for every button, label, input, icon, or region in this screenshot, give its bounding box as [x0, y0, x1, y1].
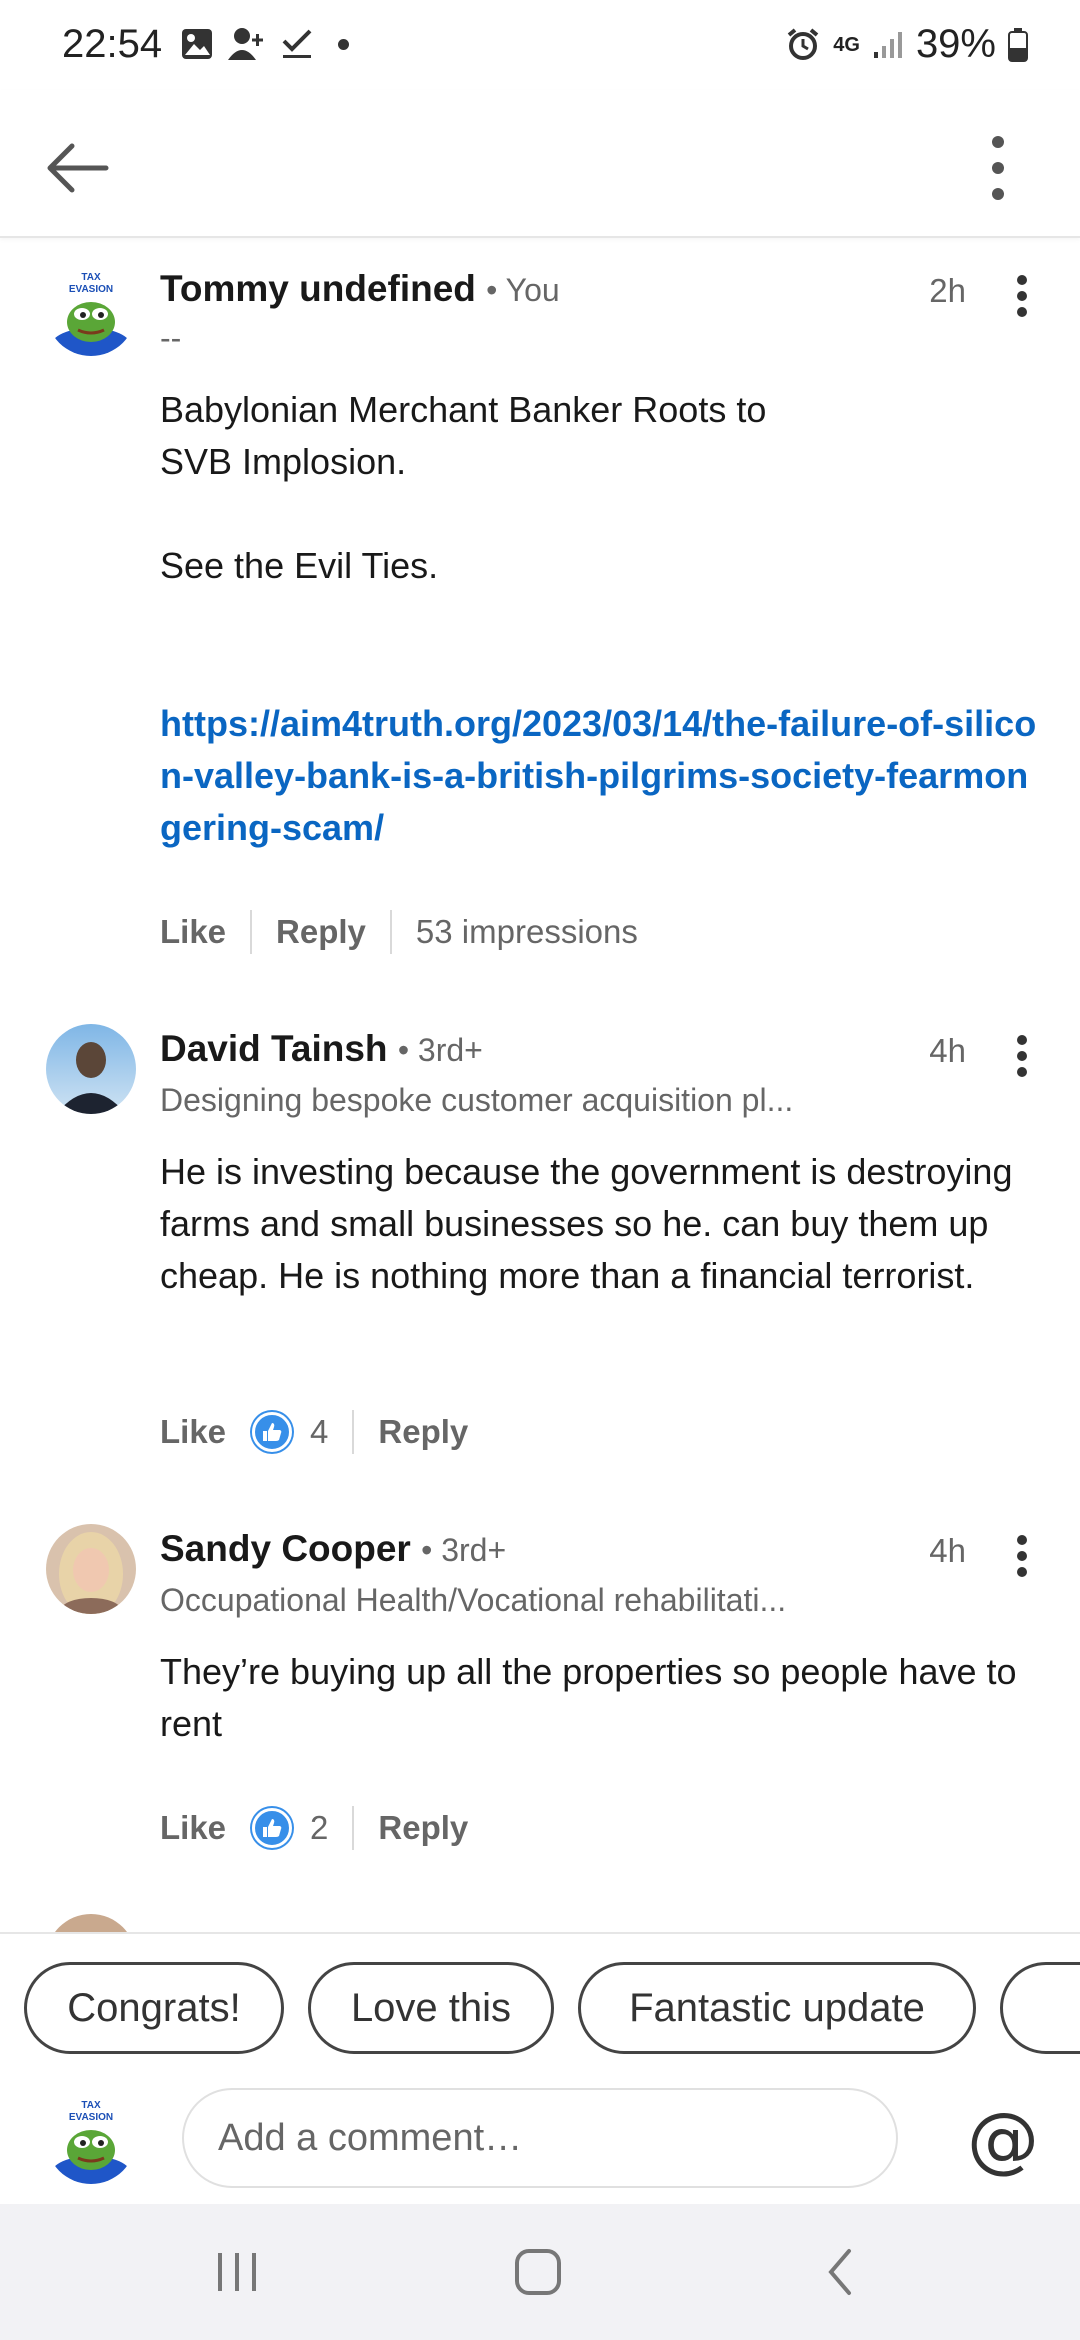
thumbs-up-icon — [263, 1423, 282, 1441]
battery-icon — [1008, 27, 1028, 62]
status-time: 22:54 — [62, 22, 163, 66]
comment-time: 2h — [929, 272, 966, 309]
chip-partial[interactable] — [1000, 1962, 1080, 2054]
divider — [250, 910, 253, 954]
comment-body: Babylonian Merchant Banker Roots to SVB … — [160, 384, 1040, 592]
comment-more-button[interactable] — [994, 1528, 1050, 1584]
reply-button[interactable]: Reply — [276, 913, 366, 951]
comment-link[interactable]: https://aim4truth.org/2023/03/14/the-fai… — [160, 703, 1036, 848]
svg-text:EVASION: EVASION — [69, 284, 113, 295]
status-bar: 22:54 4G 39% — [0, 0, 1080, 90]
comment-link-wrap: https://aim4truth.org/2023/03/14/the-fai… — [160, 698, 1040, 854]
home-icon — [515, 2249, 561, 2295]
connection-degree: • You — [486, 272, 560, 308]
tax-evasion-frog-avatar: TAX EVASION — [46, 2094, 136, 2184]
mention-button[interactable]: @ — [960, 2096, 1046, 2182]
more-vertical-icon — [1017, 1035, 1027, 1077]
more-vertical-icon — [992, 136, 1004, 200]
body-line: See the Evil Ties. — [160, 545, 439, 586]
body-line: SVB Implosion. — [160, 441, 407, 482]
my-avatar: TAX EVASION — [46, 2094, 136, 2184]
like-reaction-icon[interactable] — [252, 1412, 293, 1452]
chip-congrats[interactable]: Congrats! — [24, 1962, 284, 2054]
comment-sandy: Sandy Cooper • 3rd+ 4h Occupational Heal… — [0, 1510, 1080, 1910]
next-comment-avatar-partial — [46, 1914, 136, 1932]
system-nav-bar — [0, 2204, 1080, 2340]
commenter-headline: Designing bespoke customer acquisition p… — [160, 1082, 794, 1118]
add-contact-icon — [228, 28, 263, 60]
comment-actions: Like 2 Reply — [160, 1806, 468, 1850]
profile-photo — [46, 1024, 136, 1114]
reaction-count[interactable]: 2 — [310, 1809, 328, 1847]
connection-degree: • 3rd+ — [397, 1032, 483, 1068]
avatar[interactable]: TAX EVASION — [46, 266, 136, 356]
app-header — [0, 90, 1080, 238]
comment-composer: TAX EVASION Add a comment… @ — [0, 2082, 1080, 2202]
like-button[interactable]: Like — [160, 1809, 226, 1847]
back-button[interactable] — [40, 128, 120, 208]
comment-more-button[interactable] — [994, 1028, 1050, 1084]
divider — [352, 1806, 355, 1850]
divider — [389, 910, 392, 954]
reply-button[interactable]: Reply — [378, 1809, 468, 1847]
comment-body: He is investing because the government i… — [160, 1151, 1013, 1296]
notification-icons — [180, 26, 349, 62]
status-right: 4G 39% — [785, 22, 1028, 67]
comment-actions: Like 4 Reply — [160, 1410, 468, 1454]
check-icon — [282, 29, 312, 58]
comment-david: David Tainsh • 3rd+ 4h Designing bespoke… — [0, 1010, 1080, 1510]
arrow-left-icon — [47, 143, 109, 193]
reaction-count[interactable]: 4 — [310, 1413, 328, 1451]
commenter-name[interactable]: David Tainsh • 3rd+ — [160, 1028, 483, 1070]
impressions-count[interactable]: 53 impressions — [416, 913, 638, 951]
tax-evasion-frog-avatar: TAX EVASION — [46, 266, 136, 356]
profile-photo — [46, 1524, 136, 1614]
connection-degree: • 3rd+ — [421, 1532, 507, 1568]
commenter-headline: -- — [160, 320, 182, 356]
system-back-button[interactable] — [806, 2242, 876, 2302]
chip-love-this[interactable]: Love this — [308, 1962, 554, 2054]
comment-input[interactable]: Add a comment… — [182, 2088, 898, 2188]
comment-time: 4h — [929, 1532, 966, 1569]
comment-more-button[interactable] — [994, 268, 1050, 324]
more-notifications-dot — [338, 38, 349, 50]
comment-actions: Like Reply 53 impressions — [160, 910, 638, 954]
gallery-icon — [182, 29, 212, 59]
commenter-name[interactable]: Sandy Cooper • 3rd+ — [160, 1528, 506, 1570]
body-line — [160, 488, 1040, 540]
svg-text:TAX: TAX — [81, 2100, 101, 2111]
alarm-icon — [787, 27, 819, 60]
reply-button[interactable]: Reply — [378, 1413, 468, 1451]
like-button[interactable]: Like — [160, 913, 226, 951]
chip-fantastic-update[interactable]: Fantastic update — [578, 1962, 976, 2054]
recent-apps-icon — [218, 2253, 256, 2291]
comment-time: 4h — [929, 1032, 966, 1069]
avatar[interactable] — [46, 1024, 136, 1114]
battery-percent: 39% — [915, 22, 996, 66]
like-reaction-icon[interactable] — [252, 1808, 293, 1848]
avatar[interactable] — [46, 1524, 136, 1614]
commenter-name[interactable]: Tommy undefined • You — [160, 268, 560, 310]
more-vertical-icon — [1017, 275, 1027, 317]
network-type: 4G — [833, 33, 860, 56]
comment-tommy: TAX EVASION Tommy undefined • You 2h -- … — [0, 250, 1080, 980]
svg-text:EVASION: EVASION — [69, 2112, 113, 2123]
like-button[interactable]: Like — [160, 1413, 226, 1451]
svg-text:TAX: TAX — [81, 272, 101, 283]
body-line: Babylonian Merchant Banker Roots to — [160, 389, 767, 430]
chevron-left-icon — [828, 2249, 851, 2295]
more-vertical-icon — [1017, 1535, 1027, 1577]
divider — [352, 1410, 355, 1454]
more-options-button[interactable] — [958, 128, 1038, 208]
commenter-headline: Occupational Health/Vocational rehabilit… — [160, 1582, 787, 1618]
thumbs-up-icon — [263, 1819, 282, 1837]
suggestion-chips: Congrats! Love this Fantastic update — [0, 1932, 1080, 2082]
home-button[interactable] — [503, 2242, 573, 2302]
comment-body: They’re buying up all the properties so … — [160, 1651, 1017, 1744]
recent-apps-button[interactable] — [202, 2242, 272, 2302]
signal-icon — [873, 31, 902, 58]
